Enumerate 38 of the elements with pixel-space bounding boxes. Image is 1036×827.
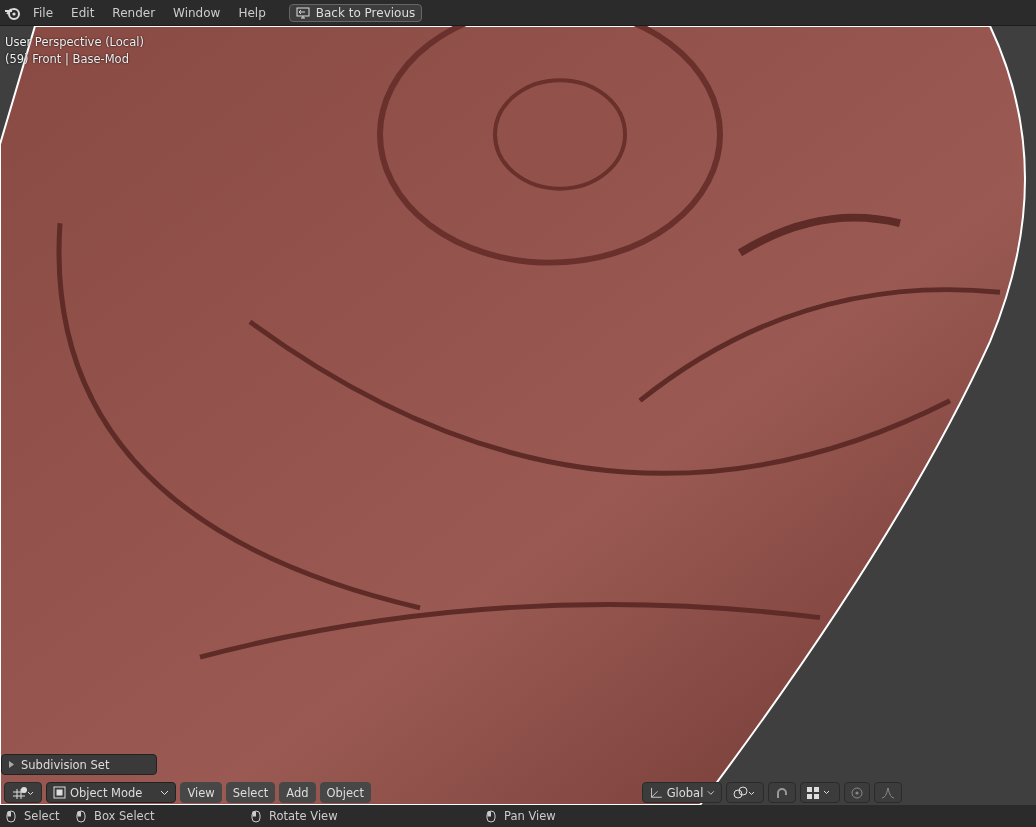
mouse-icon [486, 809, 496, 823]
falloff-dropdown[interactable] [874, 782, 902, 803]
snap-toggle[interactable] [768, 782, 796, 803]
mouse-icon [6, 809, 16, 823]
back-screen-icon [295, 6, 310, 19]
pivot-dropdown[interactable] [726, 782, 764, 803]
back-to-previous-button[interactable]: Back to Previous [288, 3, 423, 22]
orientation-dropdown[interactable]: Global [642, 782, 722, 803]
menu-item[interactable]: File [26, 2, 61, 23]
snap-dropdown[interactable] [800, 782, 840, 803]
menu-item[interactable]: Help [231, 2, 273, 23]
viewport-icon [11, 785, 35, 800]
mouse-icon [251, 809, 261, 823]
magnet-icon [775, 785, 789, 800]
disclosure-triangle-icon [8, 761, 15, 768]
mouse-icon [76, 809, 86, 823]
axes-icon [649, 785, 663, 800]
last-operation-panel[interactable]: Subdivision Set [1, 754, 157, 775]
target-icon [851, 786, 863, 799]
header-menu[interactable]: View [180, 782, 222, 803]
object-mode-icon [53, 786, 66, 799]
status-hint: Rotate View [269, 809, 338, 823]
menu-item[interactable]: Window [166, 2, 228, 23]
chevron-down-icon [707, 789, 715, 796]
proportional-edit-toggle[interactable] [844, 782, 870, 803]
menu-item[interactable]: Render [105, 2, 163, 23]
status-hint: Box Select [94, 809, 155, 823]
falloff-curve-icon [881, 786, 895, 799]
chevron-down-icon [160, 789, 170, 796]
header-menu[interactable]: Select [225, 782, 276, 803]
mode-dropdown[interactable]: Object Mode [46, 782, 177, 803]
link-icon [733, 785, 757, 800]
header-menu[interactable]: Add [279, 782, 316, 803]
header-menu[interactable]: Object [319, 782, 371, 803]
editor-type-dropdown[interactable] [4, 782, 42, 803]
menu-item[interactable]: Edit [64, 2, 102, 23]
status-hint: Select [24, 809, 60, 823]
status-hint: Pan View [504, 809, 556, 823]
